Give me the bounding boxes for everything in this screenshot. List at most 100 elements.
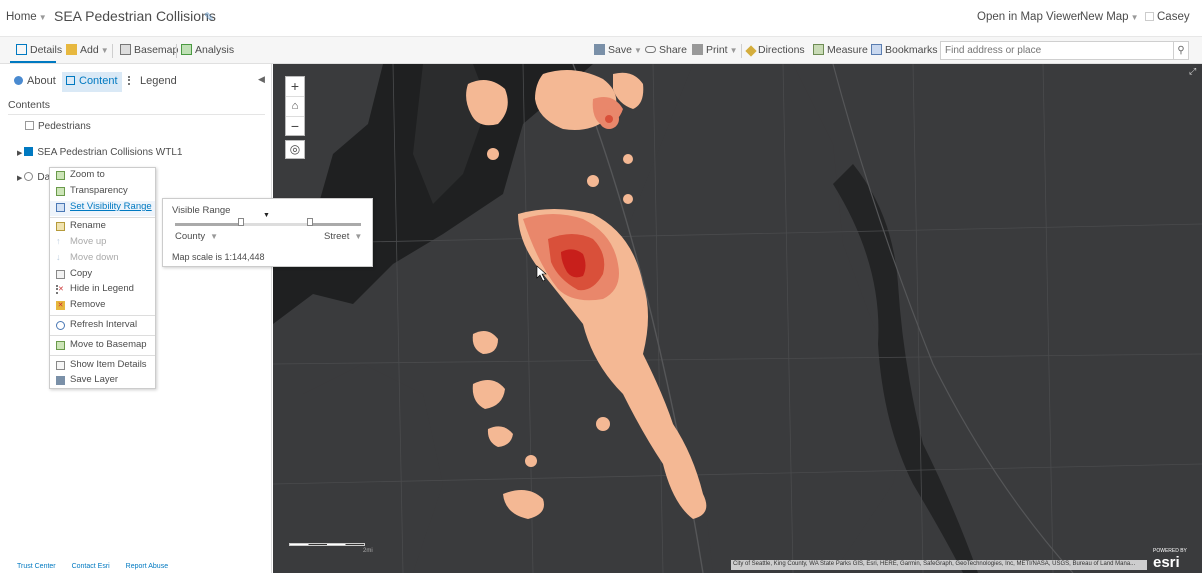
menu-item-transparency[interactable]: Transparency [50, 185, 155, 200]
new-map-menu[interactable]: New Map ▼ [1080, 11, 1139, 23]
print-button[interactable]: Print ▼ [692, 44, 738, 56]
map-scale-text: Map scale is 1:144,448 [172, 252, 265, 262]
details-icon [16, 44, 27, 55]
info-icon [14, 76, 23, 85]
chevron-down-icon: ▼ [210, 232, 219, 241]
contents-heading: Contents [8, 99, 51, 111]
max-scale-select[interactable]: Street ▼ [324, 231, 362, 242]
legend-icon [128, 76, 136, 85]
zoom-out-button[interactable]: − [286, 116, 304, 135]
content-icon [66, 76, 75, 85]
scale-bar-graphic [289, 543, 365, 546]
search-input[interactable] [940, 41, 1176, 60]
menu-item-show-item-details[interactable]: Show Item Details [50, 359, 155, 374]
footer-links: Trust Center Contact Esri Report Abuse [17, 563, 182, 570]
fullscreen-icon[interactable]: ⤢ [1189, 66, 1196, 77]
zoom-controls: + ⌂ − [285, 76, 305, 136]
save-icon [594, 44, 605, 55]
layer-item[interactable]: ▶ SEA Pedestrian Collisions WTL1 [17, 147, 182, 158]
chevron-down-icon: ▼ [354, 232, 363, 241]
hide-legend-icon: ✕ [56, 285, 64, 294]
esri-logo[interactable]: POWERED BY esri [1153, 548, 1187, 571]
divider [112, 44, 113, 58]
chevron-down-icon: ▼ [729, 46, 738, 55]
user-menu[interactable]: Casey [1145, 11, 1190, 23]
divider [50, 217, 155, 218]
chevron-down-icon: ▼ [1130, 13, 1139, 22]
min-scale-handle[interactable] [238, 218, 244, 226]
menu-item-save-layer[interactable]: Save Layer [50, 374, 155, 389]
menu-item-zoom-to[interactable]: Zoom to [50, 169, 155, 184]
analysis-button[interactable]: Analysis [181, 44, 234, 56]
visible-range-panel: Visible Range ▼ County ▼ Street ▼ Map scal… [162, 198, 373, 267]
map-attribution[interactable]: City of Seattle, King County, WA State P… [731, 560, 1147, 570]
report-abuse-link[interactable]: Report Abuse [126, 563, 168, 570]
measure-icon [813, 44, 824, 55]
layer-item[interactable]: ▶ Da [17, 172, 50, 183]
layer-item[interactable]: Pedestrians [25, 121, 91, 132]
active-tab-indicator [10, 61, 56, 63]
menu-item-rename[interactable]: Rename [50, 220, 155, 235]
zoom-in-button[interactable]: + [286, 77, 304, 96]
home-menu[interactable]: Home ▼ [6, 11, 47, 23]
divider [741, 44, 742, 58]
tab-details[interactable]: Details [16, 44, 62, 56]
tab-legend[interactable]: Legend [124, 72, 181, 92]
locate-button[interactable]: ◎ [285, 140, 305, 159]
basemap-land [273, 64, 1202, 573]
save-icon [56, 376, 65, 385]
directions-button[interactable]: Directions [745, 44, 805, 57]
search-icon[interactable]: ⚲ [1173, 41, 1189, 60]
directions-icon [745, 45, 757, 57]
share-icon [645, 46, 656, 53]
add-icon [66, 44, 77, 55]
contact-esri-link[interactable]: Contact Esri [72, 563, 110, 570]
visible-range-selected [241, 223, 311, 226]
divider [50, 315, 155, 316]
remove-icon: ✕ [56, 301, 65, 310]
scale-bar-label: 2mi [363, 548, 373, 554]
min-scale-select[interactable]: County ▼ [175, 231, 218, 242]
basemap-button[interactable]: Basemap [120, 44, 178, 56]
tab-content[interactable]: Content [62, 72, 122, 92]
basemap-globe-icon [24, 172, 34, 181]
menu-item-hide-in-legend[interactable]: ✕ Hide in Legend [50, 283, 155, 298]
max-scale-handle[interactable] [307, 218, 313, 226]
share-button[interactable]: Share [645, 44, 687, 56]
menu-item-move-to-basemap[interactable]: Move to Basemap [50, 339, 155, 354]
refresh-icon [56, 321, 65, 330]
open-in-map-viewer-link[interactable]: Open in Map Viewer [977, 11, 1081, 23]
visible-range-title: Visible Range [172, 205, 231, 216]
arrow-up-icon: ↑ [56, 236, 61, 246]
add-button[interactable]: Add ▼ [66, 44, 109, 56]
locate-icon: ◎ [289, 142, 301, 156]
menu-item-refresh-interval[interactable]: Refresh Interval [50, 319, 155, 334]
copy-icon [56, 270, 65, 279]
divider [50, 335, 155, 336]
measure-button[interactable]: Measure [813, 44, 868, 56]
basemap-icon [56, 341, 65, 350]
arrow-down-icon: ↓ [56, 252, 61, 262]
tab-about[interactable]: About [10, 72, 60, 92]
layer-checkbox[interactable] [25, 121, 34, 130]
chevron-down-icon: ▼ [38, 13, 47, 22]
map-view[interactable]: + ⌂ − ◎ ⤢ 2mi City of Seattle, King Coun… [273, 64, 1202, 573]
divider [8, 114, 265, 115]
zoom-to-icon [56, 171, 65, 180]
expand-triangle-icon[interactable]: ▶ [17, 175, 22, 182]
current-scale-marker-icon: ▼ [263, 212, 270, 219]
bookmarks-button[interactable]: Bookmarks [871, 44, 938, 56]
save-button[interactable]: Save ▼ [594, 44, 642, 56]
trust-center-link[interactable]: Trust Center [17, 563, 56, 570]
expand-triangle-icon[interactable]: ▶ [17, 150, 22, 157]
analysis-icon [181, 44, 192, 55]
menu-item-copy[interactable]: Copy [50, 268, 155, 283]
divider [176, 44, 177, 58]
menu-item-remove[interactable]: ✕ Remove [50, 299, 155, 314]
details-icon [56, 361, 65, 370]
menu-item-set-visibility-range[interactable]: Set Visibility Range [50, 201, 155, 216]
collapse-panel-icon[interactable]: ◀ [258, 74, 265, 85]
home-icon[interactable]: ⌂ [286, 96, 304, 115]
edit-pencil-icon[interactable]: ✎ [204, 10, 214, 24]
layer-checkbox[interactable] [24, 147, 34, 156]
